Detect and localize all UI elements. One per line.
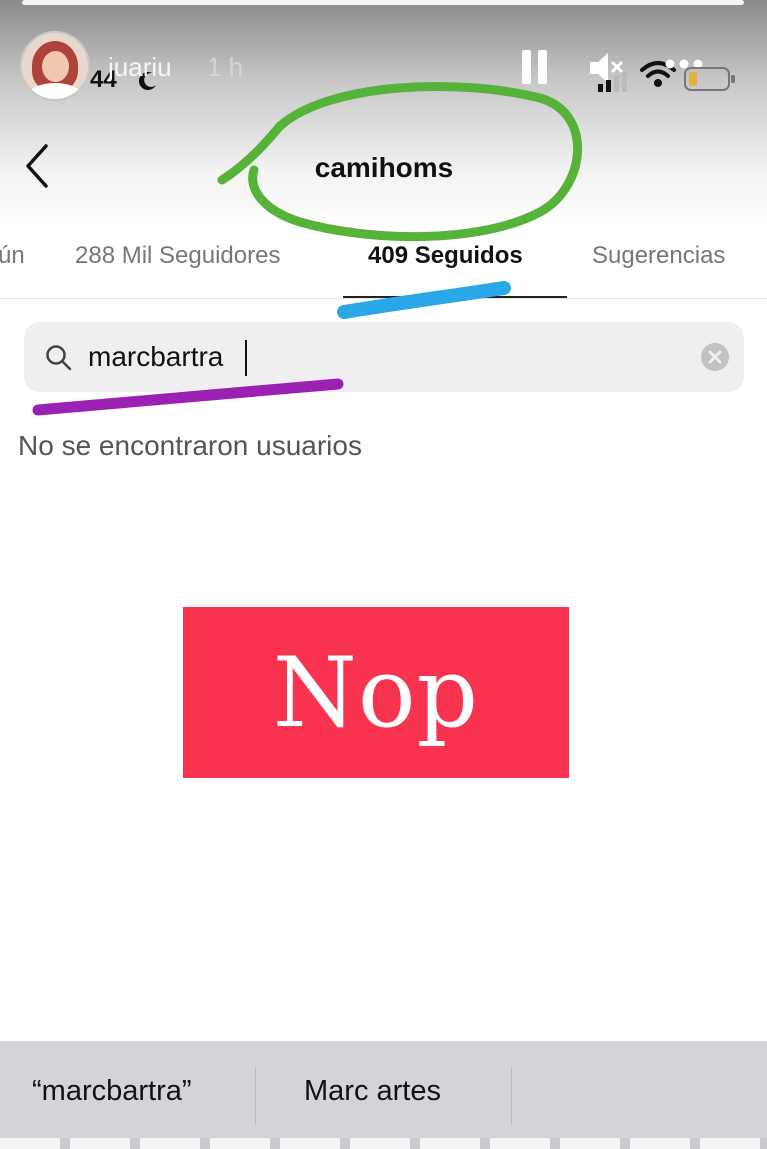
suggestion-exact[interactable]: “marcbartra” (32, 1075, 192, 1108)
clear-search-icon[interactable] (700, 342, 730, 372)
suggestion-alt[interactable]: Marc artes (304, 1075, 441, 1108)
follow-tabs: ún 288 Mil Seguidores 409 Seguidos Suger… (0, 236, 767, 296)
keyboard-suggestion-bar: “marcbartra” Marc artes (0, 1041, 767, 1149)
search-input[interactable] (88, 336, 648, 378)
story-age: 1 h (207, 52, 244, 82)
search-bar[interactable] (24, 322, 744, 392)
tab-common[interactable]: ún (0, 242, 25, 270)
story-username[interactable]: juariu (108, 52, 172, 83)
cellular-signal-icon (598, 72, 627, 92)
page-title: camihoms (314, 152, 454, 183)
avatar[interactable] (22, 33, 88, 99)
tab-suggestions[interactable]: Sugerencias (592, 242, 725, 270)
empty-results-message: No se encontraron usuarios (18, 430, 362, 461)
battery-icon (684, 67, 735, 91)
search-icon (46, 345, 72, 371)
nop-label: Nop (272, 636, 480, 749)
active-tab-indicator (343, 296, 567, 298)
pause-icon[interactable] (522, 50, 548, 84)
nop-sticker: Nop (183, 607, 569, 778)
tabs-divider (0, 298, 767, 299)
text-cursor (245, 340, 247, 376)
suggestion-divider (511, 1067, 512, 1125)
tab-followers[interactable]: 288 Mil Seguidores (75, 242, 280, 270)
keyboard-top-edge (0, 1138, 767, 1149)
back-chevron-icon[interactable] (20, 140, 60, 192)
story-progress-bar (22, 0, 744, 5)
story-header-background (0, 0, 767, 230)
tab-following[interactable]: 409 Seguidos (368, 242, 523, 270)
suggestion-divider (255, 1067, 256, 1125)
